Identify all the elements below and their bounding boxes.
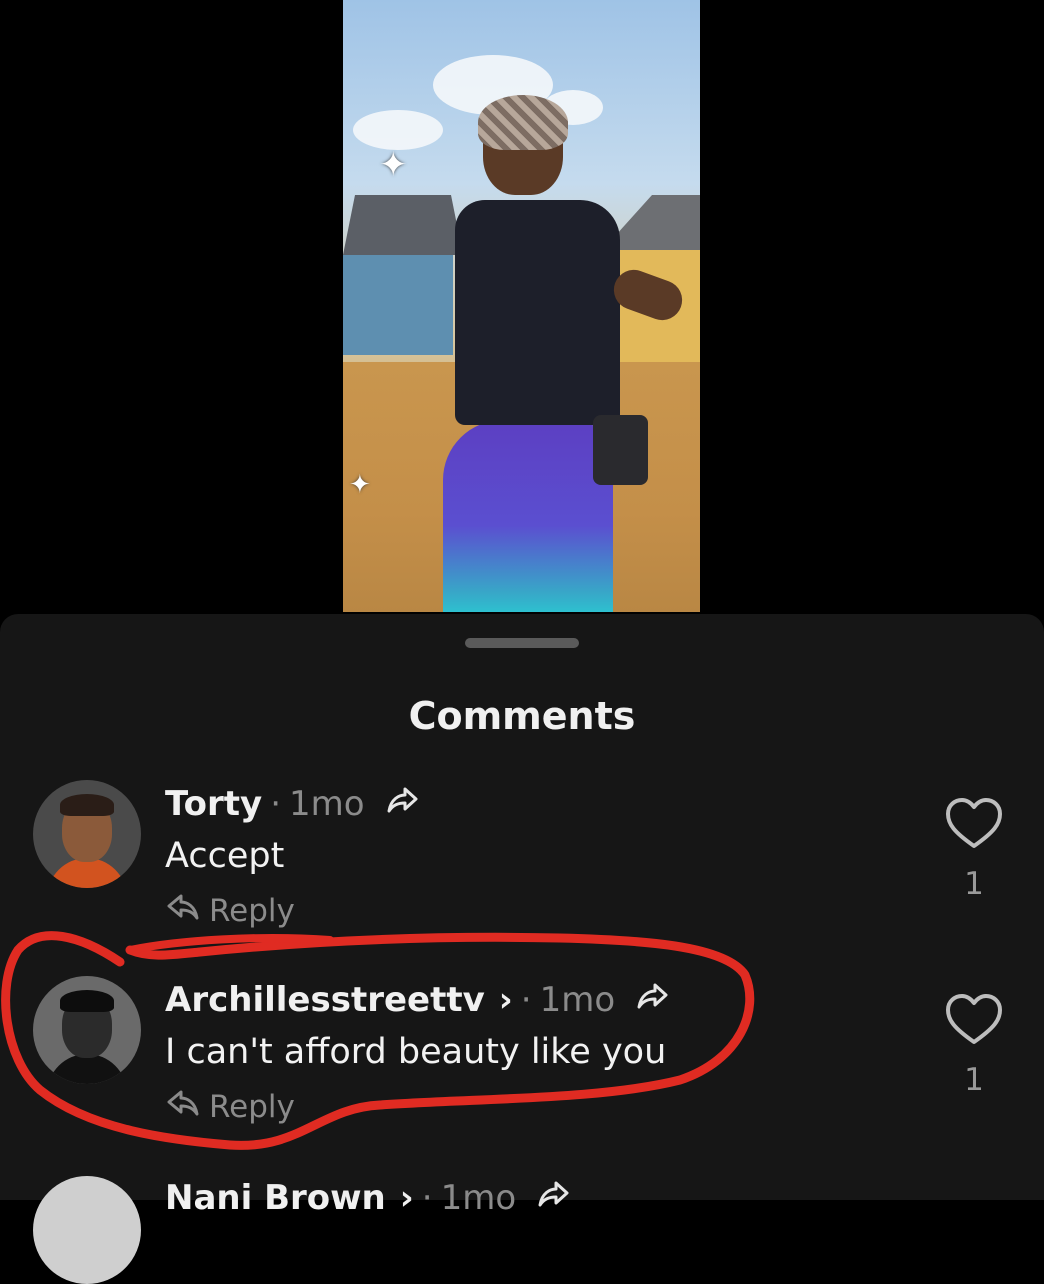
chevron-right-icon[interactable]: › [499,980,513,1020]
reply-label: Reply [209,893,295,929]
reply-label: Reply [209,1089,295,1125]
chevron-right-icon[interactable]: › [400,1178,414,1218]
subject-shirt [455,200,620,425]
house-wall [343,255,453,355]
avatar[interactable] [33,976,141,1084]
like-button[interactable]: 1 [944,992,1004,1098]
like-count: 1 [964,1062,984,1098]
sparkle-icon: ✦ [349,470,371,500]
comment-username[interactable]: Torty [165,784,262,824]
separator-dot: · [270,784,282,824]
comment-time: 1mo [289,784,365,824]
comment-text: Accept [165,836,285,876]
heart-outline-icon [946,994,1002,1044]
subject-pants [443,420,613,612]
avatar[interactable] [33,780,141,888]
share-arrow-icon[interactable] [635,981,669,1019]
comment-item: Torty · 1mo Accept Reply 1 [0,778,1044,938]
heart-outline-icon [946,798,1002,848]
sheet-title: Comments [408,694,636,738]
reply-arrow-icon [165,892,201,930]
avatar-hair [60,990,114,1012]
avatar-hair [60,794,114,816]
reply-arrow-icon [165,1088,201,1126]
subject-scarf [478,95,568,150]
avatar-body [47,858,127,888]
share-arrow-icon[interactable] [385,785,419,823]
drag-handle[interactable] [465,638,579,648]
comments-sheet: Comments Torty · 1mo Accept Reply 1 Arch… [0,614,1044,1284]
video-subject [443,95,688,612]
separator-dot: · [520,980,532,1020]
sparkle-icon: ✦ [379,145,408,185]
comment-meta: Nani Brown › · 1mo [165,1178,570,1218]
comment-text: I can't afford beauty like you [165,1032,667,1072]
cloud-decoration [353,110,443,150]
avatar[interactable] [33,1176,141,1284]
reply-button[interactable]: Reply [165,1088,295,1126]
reply-button[interactable]: Reply [165,892,295,930]
comment-username[interactable]: Archillesstreettv [165,980,485,1020]
avatar-body [47,1054,127,1084]
subject-bag [593,415,648,485]
comment-item: Nani Brown › · 1mo [0,1174,1044,1284]
comment-time: 1mo [539,980,616,1020]
like-button[interactable]: 1 [944,796,1004,902]
like-count: 1 [964,866,984,902]
share-arrow-icon[interactable] [536,1179,570,1217]
comment-username[interactable]: Nani Brown [165,1178,386,1218]
comment-meta: Archillesstreettv › · 1mo [165,980,669,1020]
video-player[interactable]: ✦ ✦ [343,0,700,612]
separator-dot: · [421,1178,433,1218]
comment-item: Archillesstreettv › · 1mo I can't afford… [0,974,1044,1134]
comment-time: 1mo [440,1178,517,1218]
comment-meta: Torty · 1mo [165,784,419,824]
